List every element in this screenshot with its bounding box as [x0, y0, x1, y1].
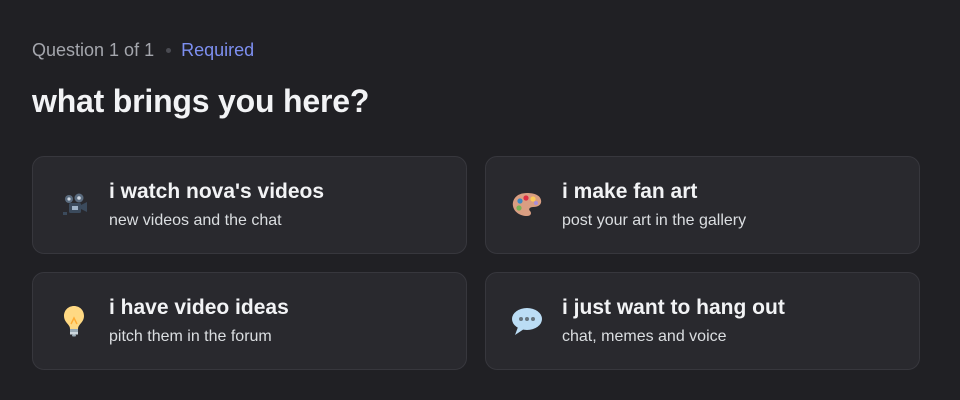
light-bulb-icon [55, 302, 93, 340]
option-label: i have video ideas [109, 296, 289, 319]
question-meta: Question 1 of 1 Required [32, 38, 920, 62]
onboarding-question-page: Question 1 of 1 Required what brings you… [0, 0, 960, 400]
answer-options: i watch nova's videos new videos and the… [32, 156, 920, 370]
artist-palette-icon [508, 186, 546, 224]
option-description: pitch them in the forum [109, 328, 272, 345]
required-label: Required [181, 39, 255, 60]
question-title: what brings you here? [32, 83, 370, 119]
film-camera-icon [55, 186, 93, 224]
option-text: i watch nova's videos new videos and the… [109, 179, 324, 231]
option-hang-out[interactable]: i just want to hang out chat, memes and … [485, 272, 920, 370]
option-text: i have video ideas pitch them in the for… [109, 295, 289, 347]
option-text: i just want to hang out chat, memes and … [562, 295, 785, 347]
option-description: new videos and the chat [109, 212, 282, 229]
option-label: i make fan art [562, 180, 698, 203]
option-video-ideas[interactable]: i have video ideas pitch them in the for… [32, 272, 467, 370]
option-description: post your art in the gallery [562, 212, 747, 229]
separator-dot [166, 47, 172, 53]
option-fan-art[interactable]: i make fan art post your art in the gall… [485, 156, 920, 254]
option-watch-videos[interactable]: i watch nova's videos new videos and the… [32, 156, 467, 254]
option-text: i make fan art post your art in the gall… [562, 179, 746, 231]
option-label: i just want to hang out [562, 296, 785, 319]
speech-bubble-icon [508, 302, 546, 340]
question-counter: Question 1 of 1 [32, 39, 155, 60]
option-label: i watch nova's videos [109, 180, 325, 203]
option-description: chat, memes and voice [562, 328, 727, 345]
